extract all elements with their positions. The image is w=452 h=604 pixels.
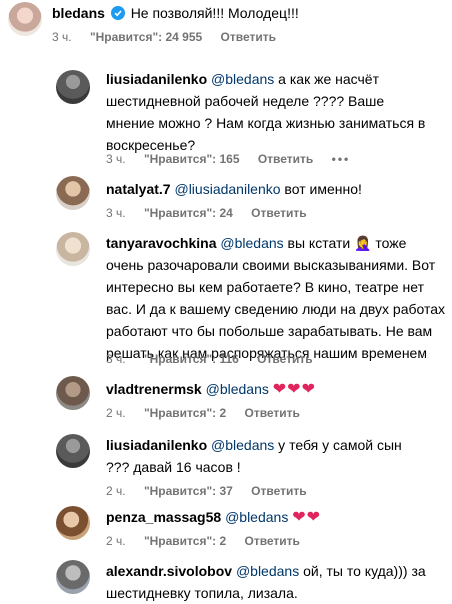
comment-text: liusiadanilenko @bledans а как же насчёт… xyxy=(106,68,426,156)
heart-emoji-icon: ❤❤❤ xyxy=(272,381,316,398)
mention-link[interactable]: @liusiadanilenko xyxy=(174,181,280,197)
comment-meta: 3 ч. "Нравится": 24 955 Ответить xyxy=(52,30,291,44)
comment-username[interactable]: liusiadanilenko xyxy=(106,71,207,87)
comment-time: 2 ч. xyxy=(106,484,126,498)
likes-count[interactable]: "Нравится": 37 xyxy=(144,484,233,498)
comment-meta: 2 ч. "Нравится": 2 Ответить xyxy=(106,534,315,548)
likes-count[interactable]: "Нравится": 24 955 xyxy=(90,30,202,44)
comment-text: bledans Не позволяй!!! Молодец!!! xyxy=(52,2,442,24)
avatar[interactable] xyxy=(56,232,90,266)
reply-item: liusiadanilenko @bledans а как же насчёт… xyxy=(0,66,452,176)
reply-button[interactable]: Ответить xyxy=(258,152,313,166)
heart-emoji-icon: ❤❤ xyxy=(292,509,322,526)
comment-meta: 3 ч. "Нравится": 165 Ответить ••• xyxy=(106,152,365,166)
comment-meta: 2 ч. "Нравится": 37 Ответить xyxy=(106,484,322,498)
comment-body: Не позволяй!!! Молодец!!! xyxy=(130,5,299,21)
reply-item: vladtrenermsk @bledans ❤❤❤ 2 ч. "Нравитс… xyxy=(0,376,452,426)
comment-top: bledans Не позволяй!!! Молодец!!! 3 ч. "… xyxy=(0,0,452,60)
reply-button[interactable]: Ответить xyxy=(221,30,276,44)
comment-text: natalyat.7 @liusiadanilenko вот именно! xyxy=(106,178,426,200)
comment-username[interactable]: bledans xyxy=(52,5,105,21)
more-options-icon[interactable]: ••• xyxy=(332,152,351,166)
mention-link[interactable]: @bledans xyxy=(225,509,288,525)
comment-time: 3 ч. xyxy=(106,352,126,366)
comment-username[interactable]: alexandr.sivolobov xyxy=(106,563,232,579)
comment-username[interactable]: vladtrenermsk xyxy=(106,381,202,397)
comment-username[interactable]: natalyat.7 xyxy=(106,181,171,197)
avatar[interactable] xyxy=(56,434,90,468)
likes-count[interactable]: "Нравится": 2 xyxy=(144,406,226,420)
comment-body: вы кстати 🤦‍♀️ тоже очень разочаровали с… xyxy=(106,235,446,361)
reply-item: tanyaravochkina @bledans вы кстати 🤦‍♀️ … xyxy=(0,230,452,370)
reply-button[interactable]: Ответить xyxy=(257,352,312,366)
comment-username[interactable]: tanyaravochkina xyxy=(106,235,217,251)
comment-username[interactable]: penza_massag58 xyxy=(106,509,221,525)
verified-badge-icon xyxy=(110,6,125,20)
comment-text: tanyaravochkina @bledans вы кстати 🤦‍♀️ … xyxy=(106,232,446,364)
likes-count[interactable]: "Нравится": 165 xyxy=(144,152,240,166)
mention-link[interactable]: @bledans xyxy=(211,437,274,453)
mention-link[interactable]: @bledans xyxy=(220,235,283,251)
likes-count[interactable]: "Нравится": 116 xyxy=(144,352,239,366)
comment-meta: 3 ч. "Нравится": 116 Ответить xyxy=(106,352,328,366)
comment-text: liusiadanilenko @bledans у тебя у самой … xyxy=(106,434,426,478)
comment-time: 2 ч. xyxy=(106,406,126,420)
avatar[interactable] xyxy=(56,176,90,210)
comment-text: alexandr.sivolobov @bledans ой, ты то ку… xyxy=(106,560,426,604)
comment-meta: 2 ч. "Нравится": 2 Ответить xyxy=(106,406,315,420)
comment-body: вот именно! xyxy=(280,181,362,197)
reply-button[interactable]: Ответить xyxy=(251,484,306,498)
likes-count[interactable]: "Нравится": 24 xyxy=(144,206,233,220)
reply-item: alexandr.sivolobov @bledans ой, ты то ку… xyxy=(0,558,452,601)
reply-button[interactable]: Ответить xyxy=(244,534,299,548)
mention-link[interactable]: @bledans xyxy=(211,71,274,87)
avatar[interactable] xyxy=(56,560,90,594)
comment-meta: 3 ч. "Нравится": 24 Ответить xyxy=(106,206,322,220)
comment-text: penza_massag58 @bledans ❤❤ xyxy=(106,506,426,529)
avatar[interactable] xyxy=(8,2,42,36)
avatar[interactable] xyxy=(56,506,90,540)
comment-time: 2 ч. xyxy=(106,534,126,548)
comment-time: 3 ч. xyxy=(106,152,126,166)
comment-text: vladtrenermsk @bledans ❤❤❤ xyxy=(106,378,426,401)
mention-link[interactable]: @bledans xyxy=(206,381,269,397)
avatar[interactable] xyxy=(56,70,90,104)
avatar[interactable] xyxy=(56,376,90,410)
comment-time: 3 ч. xyxy=(106,206,126,220)
reply-button[interactable]: Ответить xyxy=(251,206,306,220)
reply-item: penza_massag58 @bledans ❤❤ 2 ч. "Нравитс… xyxy=(0,504,452,554)
reply-item: natalyat.7 @liusiadanilenko вот именно! … xyxy=(0,176,452,226)
comment-username[interactable]: liusiadanilenko xyxy=(106,437,207,453)
mention-link[interactable]: @bledans xyxy=(236,563,299,579)
comment-time: 3 ч. xyxy=(52,30,72,44)
reply-button[interactable]: Ответить xyxy=(244,406,299,420)
reply-item: liusiadanilenko @bledans у тебя у самой … xyxy=(0,432,452,502)
likes-count[interactable]: "Нравится": 2 xyxy=(144,534,226,548)
